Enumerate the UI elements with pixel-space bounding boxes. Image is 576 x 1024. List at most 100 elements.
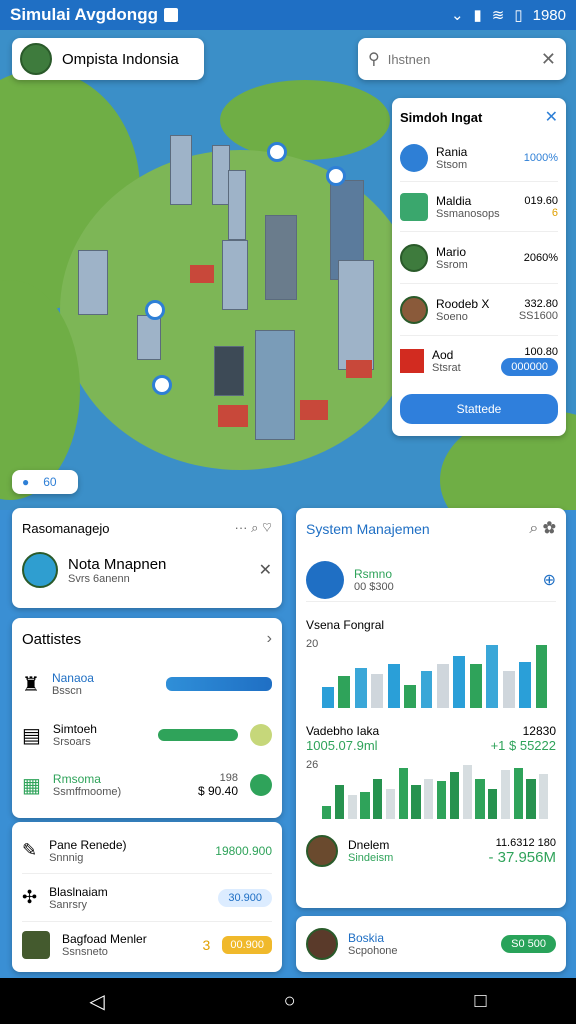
chart-bar [453, 656, 466, 708]
list-item[interactable]: ✎ Pane Renede) Snnnig 19800.900 [22, 828, 272, 874]
chart-bar [437, 781, 447, 819]
chart-bar [354, 667, 367, 708]
building [214, 346, 244, 396]
people-icon: ✣ [22, 887, 38, 907]
list-item[interactable]: Bagfoad Menler Ssnsneto 3 00.900 [22, 922, 272, 968]
item-name: Mario [436, 244, 467, 259]
house [300, 400, 328, 420]
sparkline [158, 729, 238, 741]
building [228, 170, 246, 240]
chevron-down-icon: ⌄ [450, 7, 464, 24]
close-icon[interactable]: ✕ [541, 49, 556, 70]
chart-bar [334, 785, 344, 819]
nota-title: Nota Mnapnen [68, 555, 167, 573]
card-title: Rasomanagejo [22, 520, 110, 536]
item-name: Maldia [436, 193, 472, 208]
search-icon: ⚲ [368, 51, 380, 68]
chart-bar [398, 767, 408, 819]
chart-bar [360, 792, 370, 819]
system-top[interactable]: Rsmno 00 $300 ⊕ [306, 558, 556, 602]
user-card[interactable]: Boskia Scpohone S0 500 [296, 916, 566, 972]
list-item[interactable]: ✣ Blaslnaiam Sanrsry 30.900 [22, 874, 272, 922]
item-extra: SS1600 [518, 309, 558, 322]
wifi-icon: ≋ [491, 7, 505, 24]
chart-bar [500, 770, 511, 819]
search-icon[interactable]: ⌕ ✿ [529, 520, 556, 538]
side-panel: Simdoh Ingat ✕ Rania Stsom 1000% Maldia Ss… [392, 98, 566, 436]
list-item[interactable]: Roodeb X Soeno 332.80 SS1600 [400, 284, 558, 336]
app-title: Simulai Avgdongg [10, 5, 158, 24]
region-chip[interactable]: Ompista Indonsia [12, 38, 204, 80]
status-dot [250, 724, 272, 746]
close-icon[interactable]: ✕ [259, 560, 272, 580]
map-pin-icon[interactable] [267, 142, 287, 162]
building [222, 240, 248, 310]
item-sub: Ssrom [436, 258, 468, 271]
building [137, 315, 161, 360]
calendar-icon: ▦ [22, 774, 41, 797]
search-bar[interactable]: ⚲ ✕ [358, 38, 566, 80]
item-sub: Stsom [436, 158, 468, 171]
more-icon[interactable]: ··· ⌕ ♡ [234, 520, 272, 536]
side-panel-title: Simdoh Ingat [400, 109, 483, 125]
building [338, 260, 374, 370]
stat-row[interactable]: ♜ Nanaoa Bsscn [22, 658, 272, 710]
map-pin-icon[interactable] [326, 166, 346, 186]
chart-bar [385, 789, 396, 819]
sparkline [166, 677, 272, 691]
nota-sub: Svrs 6anenn [68, 572, 130, 585]
signal-icon: ▮ [473, 7, 482, 24]
chart2: 26 [306, 759, 556, 819]
chart-bar [437, 664, 449, 708]
thumbnail [22, 931, 50, 959]
chart-bar [488, 789, 498, 819]
chart-icon [400, 192, 428, 221]
map-toggle[interactable]: ● 60 [12, 470, 78, 494]
item-name: Roodeb X [436, 296, 490, 311]
chart-bar [539, 774, 549, 819]
list-item[interactable]: Maldia Ssmanosops 019.60 6 [400, 182, 558, 232]
item-value: 00.900 [222, 936, 272, 954]
bottle-icon [22, 552, 58, 588]
item-sub: Sanrsry [49, 898, 87, 911]
user2-value: S0 500 [501, 935, 556, 953]
user2-sub: Scpohone [348, 945, 398, 957]
item-name: Bagfoad Menler [62, 932, 147, 946]
search-input[interactable] [387, 51, 518, 67]
building [170, 135, 192, 205]
home-icon[interactable]: ○ [284, 990, 296, 1013]
map-pin-icon[interactable] [152, 375, 172, 395]
stat-row[interactable]: ▦ Rmsoma Ssmffmoome) 198 $ 90.40 [22, 760, 272, 810]
flag-icon [400, 349, 424, 373]
list-item[interactable]: Rania Stsom 1000% [400, 134, 558, 182]
item-value: 019.60 [524, 194, 558, 207]
item-name: Rania [436, 144, 468, 159]
chart2-right-value: +1 $ 55222 [490, 738, 556, 753]
nav-bar: ◁ ○ □ [0, 978, 576, 1024]
zoom-icon[interactable]: ⊕ [543, 570, 556, 590]
chart2-axis: 26 [306, 759, 319, 771]
stat-sub: Bsscn [51, 685, 82, 697]
chart-bar [373, 778, 383, 819]
list-item[interactable]: Aod Stsrat 100.80 000000 [400, 336, 558, 386]
recents-icon[interactable]: □ [474, 990, 486, 1013]
user-icon [400, 143, 428, 172]
chevron-right-icon[interactable]: › [267, 630, 272, 648]
item-value: 19800.900 [215, 843, 272, 858]
item-value: 100.80 [524, 346, 558, 358]
stat-name: Rmsoma [52, 772, 101, 786]
map-pin-icon[interactable] [145, 300, 165, 320]
start-button[interactable]: Stattede [400, 394, 558, 424]
map-mode-icon: ● [22, 475, 30, 489]
close-panel-icon[interactable]: ✕ [545, 107, 558, 127]
user-row[interactable]: Dnelem Sindeism 11.6312 180- 37.956M [306, 831, 556, 871]
item-sub: Stsrat [432, 362, 461, 374]
back-icon[interactable]: ◁ [89, 989, 104, 1014]
avatar [306, 928, 338, 960]
item-extra: 000000 [501, 358, 558, 376]
stat-name: Nanaoa [51, 671, 94, 685]
stat-sub: Srsoars [52, 736, 91, 748]
management-card: Rasomanagejo ··· ⌕ ♡ Nota Mnapnen Svrs 6a… [12, 508, 282, 608]
stat-row[interactable]: ▤ Simtoeh Srsoars [22, 710, 272, 760]
list-item[interactable]: Mario Ssrom 2060% [400, 232, 558, 284]
